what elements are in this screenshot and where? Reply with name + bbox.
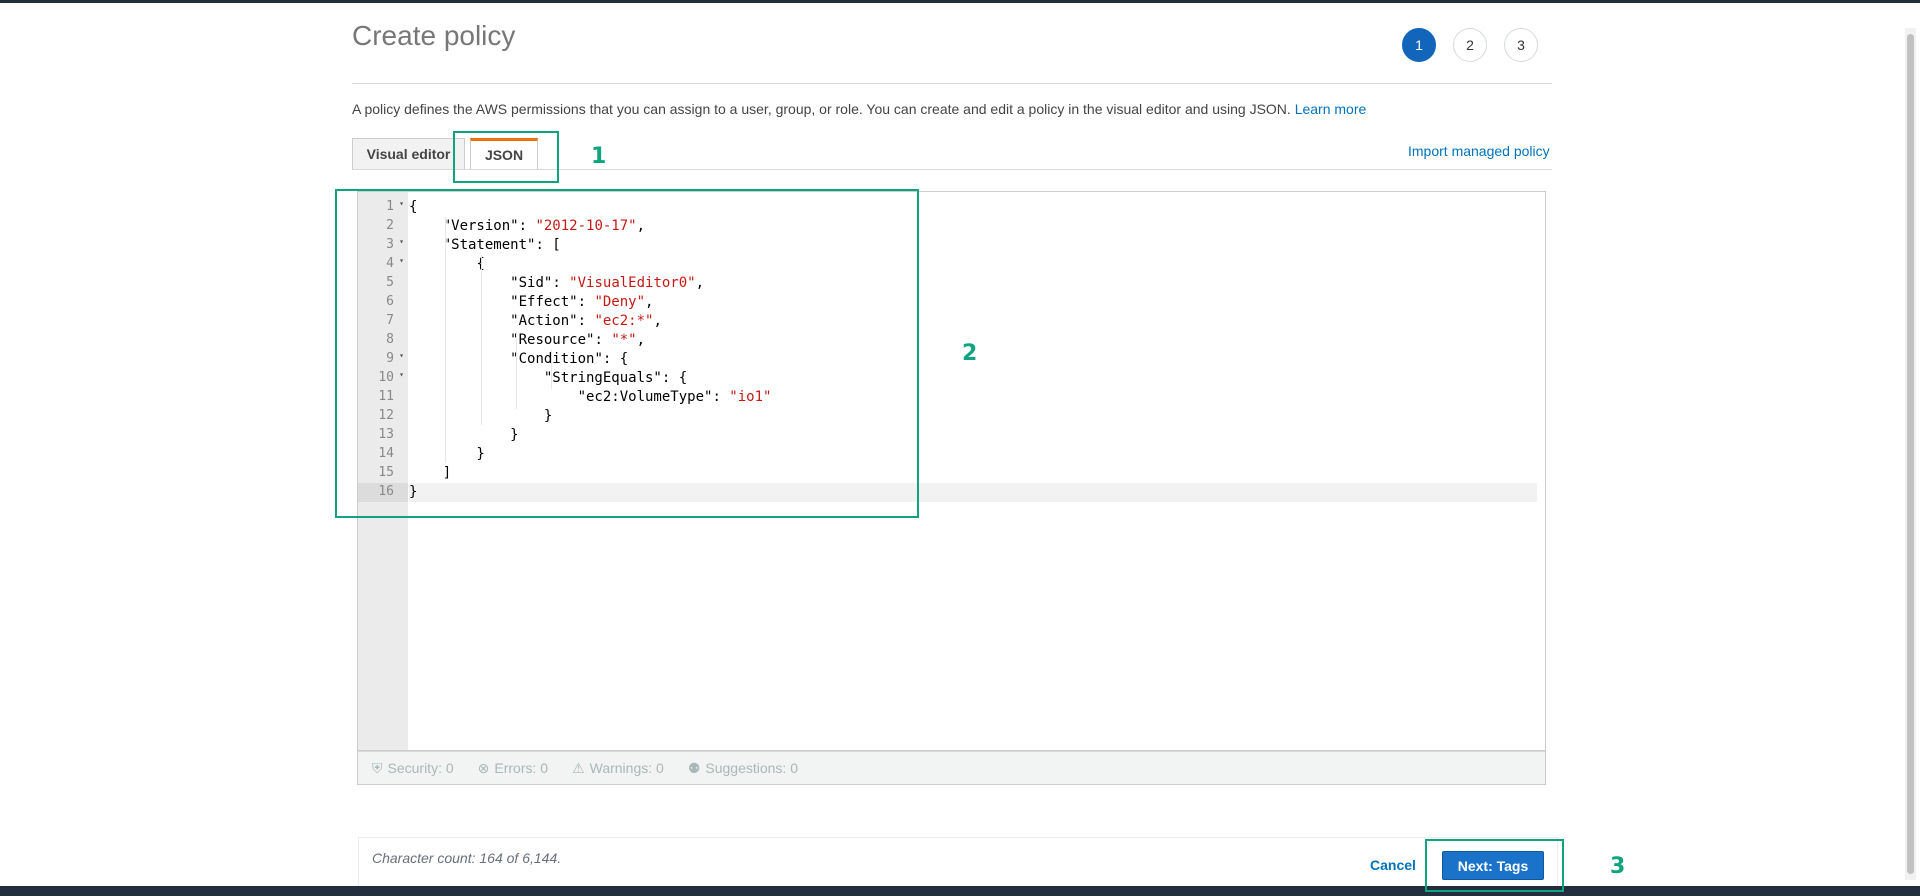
- import-managed-policy-link[interactable]: Import managed policy: [1408, 143, 1550, 159]
- validation-status-bar: ⛨ Security: 0 ⊗ Errors: 0 ⚠ Warnings: 0 …: [357, 751, 1546, 785]
- annotation-box-3: [1425, 839, 1564, 892]
- warnings-status: ⚠ Warnings: 0: [572, 760, 664, 777]
- header-divider: [352, 83, 1552, 84]
- annotation-box-1: [453, 131, 559, 183]
- tab-visual-editor[interactable]: Visual editor: [352, 138, 465, 169]
- lightbulb-icon: ⚉: [687, 759, 701, 776]
- page-title: Create policy: [352, 20, 516, 51]
- page-scrollbar[interactable]: [1905, 28, 1916, 880]
- suggestions-status: ⚉ Suggestions: 0: [688, 760, 798, 777]
- suggestions-count: Suggestions: 0: [705, 760, 798, 776]
- errors-count: Errors: 0: [494, 760, 549, 776]
- warnings-count: Warnings: 0: [589, 760, 664, 776]
- cancel-button[interactable]: Cancel: [1370, 857, 1416, 873]
- security-status: ⛨ Security: 0: [372, 760, 454, 777]
- scrollbar-thumb[interactable]: [1907, 34, 1914, 874]
- shield-icon: ⛨: [372, 759, 383, 776]
- step-1[interactable]: 1: [1402, 28, 1436, 62]
- top-bar: [0, 0, 1920, 3]
- annotation-box-2: [335, 189, 919, 518]
- description-text: A policy defines the AWS permissions tha…: [352, 101, 1291, 117]
- learn-more-link[interactable]: Learn more: [1295, 101, 1367, 117]
- step-2[interactable]: 2: [1453, 28, 1487, 62]
- step-3[interactable]: 3: [1504, 28, 1538, 62]
- bottom-bar: [0, 886, 1920, 896]
- policy-description: A policy defines the AWS permissions tha…: [352, 101, 1366, 117]
- warning-icon: ⚠: [572, 759, 585, 776]
- annotation-number-3: 3: [1610, 854, 1626, 879]
- security-count: Security: 0: [387, 760, 454, 776]
- errors-status: ⊗ Errors: 0: [478, 760, 548, 777]
- step-indicator: 1 2 3: [1402, 28, 1538, 62]
- annotation-number-1: 1: [591, 144, 607, 169]
- character-count: Character count: 164 of 6,144.: [372, 850, 562, 866]
- annotation-number-2: 2: [962, 341, 978, 366]
- error-icon: ⊗: [477, 759, 490, 776]
